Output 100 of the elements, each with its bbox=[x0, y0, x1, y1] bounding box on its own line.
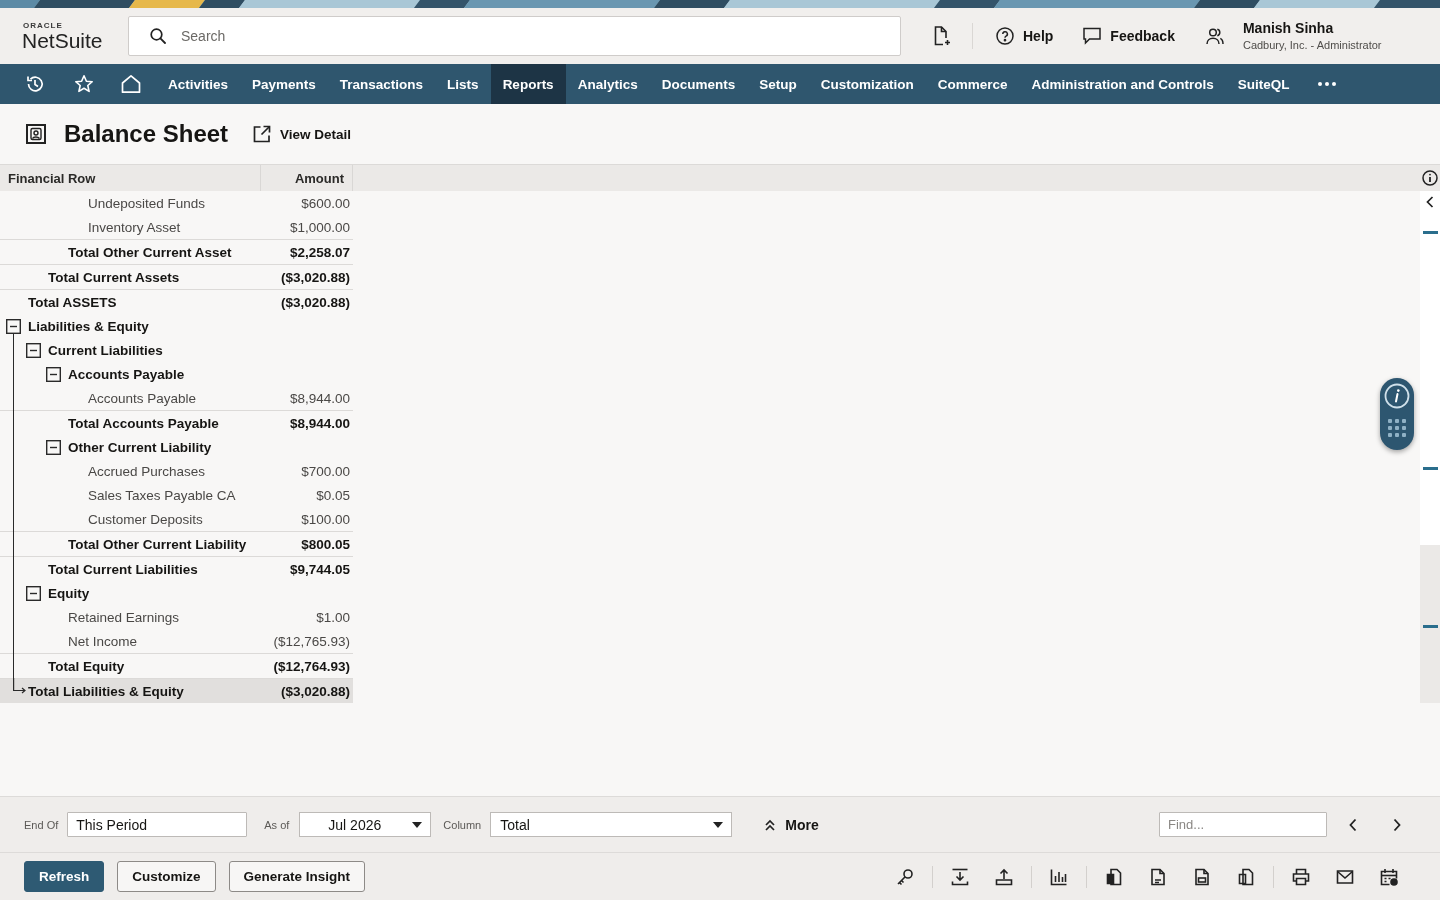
nav-tab[interactable]: Payments bbox=[240, 64, 328, 104]
total-label: Total Liabilities & Equity bbox=[28, 683, 184, 699]
chevron-left-icon[interactable] bbox=[1426, 196, 1434, 208]
minus-box-icon[interactable] bbox=[46, 439, 61, 455]
home-icon[interactable] bbox=[121, 74, 141, 94]
double-chevron-up-icon bbox=[764, 818, 777, 831]
field-label: As of bbox=[264, 818, 290, 831]
total-label: Total Accounts Payable bbox=[68, 415, 219, 431]
total-label: Total Other Current Asset bbox=[68, 244, 232, 260]
total-label: Total Current Liabilities bbox=[48, 561, 198, 577]
caret-down-icon bbox=[713, 821, 724, 828]
nav-tab[interactable]: Administration and Controls bbox=[1019, 64, 1226, 104]
account-name: Undeposited Funds bbox=[88, 195, 206, 211]
total-label: Total Other Current Liability bbox=[68, 536, 247, 552]
documents-icon[interactable] bbox=[1105, 867, 1123, 886]
nav-tab[interactable]: Customization bbox=[808, 64, 926, 104]
info-circle-icon[interactable] bbox=[1384, 383, 1410, 409]
section-title: Current Liabilities bbox=[48, 342, 163, 358]
user-role: Cadbury, Inc. - Administrator bbox=[1242, 39, 1382, 52]
chevron-left-icon[interactable] bbox=[1349, 817, 1357, 832]
nav-tab[interactable]: Activities bbox=[156, 64, 241, 104]
account-name: Inventory Asset bbox=[88, 219, 181, 235]
find-field[interactable]: Find... bbox=[1159, 812, 1327, 837]
search-icon bbox=[150, 28, 166, 44]
nav-tab[interactable]: Reports bbox=[490, 64, 566, 104]
total-label: Total Current Assets bbox=[48, 269, 180, 285]
as-of-select[interactable]: Jul 2026 bbox=[299, 812, 432, 837]
print-icon[interactable] bbox=[1292, 867, 1310, 886]
column-header[interactable]: Financial Row bbox=[0, 165, 260, 191]
report-icon bbox=[26, 124, 46, 144]
section-title: Liabilities & Equity bbox=[28, 318, 149, 334]
action-button[interactable]: Generate Insight bbox=[228, 861, 366, 892]
nav-tab[interactable]: Transactions bbox=[327, 64, 436, 104]
page-title: Balance Sheet bbox=[64, 119, 229, 149]
download-icon[interactable] bbox=[951, 867, 969, 886]
help-icon bbox=[996, 27, 1014, 45]
bar-chart-icon[interactable] bbox=[1050, 867, 1068, 886]
nav-tab[interactable]: SuiteQL bbox=[1225, 64, 1302, 104]
logo-text[interactable]: NetSuite bbox=[22, 29, 103, 52]
minus-box-icon[interactable] bbox=[26, 342, 41, 358]
document-icon[interactable] bbox=[1193, 867, 1211, 886]
total-amount: ($12,764.93) bbox=[273, 659, 350, 674]
more-icon[interactable] bbox=[1316, 81, 1337, 87]
caret-down-icon bbox=[412, 821, 423, 828]
account-amount: $600.00 bbox=[301, 196, 350, 211]
position-marker-icon bbox=[1422, 231, 1438, 234]
minus-box-icon[interactable] bbox=[6, 318, 21, 334]
action-button[interactable]: Refresh bbox=[24, 861, 105, 892]
total-amount: $2,258.07 bbox=[289, 245, 350, 260]
nav-tab[interactable]: Setup bbox=[747, 64, 809, 104]
nav-tab[interactable]: Commerce bbox=[925, 64, 1020, 104]
account-name: Accrued Purchases bbox=[88, 463, 206, 479]
nav-tab[interactable]: Documents bbox=[649, 64, 748, 104]
view-detail-link[interactable]: View Detail bbox=[253, 125, 352, 143]
document-plus-icon[interactable] bbox=[934, 26, 951, 46]
account-name: Sales Taxes Payable CA bbox=[88, 487, 236, 503]
account-name: Retained Earnings bbox=[68, 609, 180, 625]
history-icon[interactable] bbox=[25, 74, 45, 94]
logo-small-text: ORACLE bbox=[23, 20, 63, 30]
mail-icon[interactable] bbox=[1336, 867, 1354, 886]
upload-icon[interactable] bbox=[995, 867, 1013, 886]
action-button[interactable]: Customize bbox=[117, 861, 216, 892]
account-amount: $0.05 bbox=[316, 488, 350, 503]
account-amount: $1.00 bbox=[316, 610, 350, 625]
position-marker-icon bbox=[1422, 625, 1438, 628]
section-title: Equity bbox=[48, 585, 90, 601]
user-name[interactable]: Manish Sinha bbox=[1242, 20, 1334, 36]
grid-icon[interactable] bbox=[1388, 419, 1406, 437]
total-amount: $9,744.05 bbox=[289, 562, 350, 577]
documents-icon[interactable] bbox=[1237, 867, 1255, 886]
star-icon[interactable] bbox=[74, 74, 94, 94]
feedback-button[interactable]: Feedback bbox=[1083, 27, 1175, 45]
total-amount: ($3,020.88) bbox=[280, 295, 350, 310]
field-label: End Of bbox=[24, 818, 59, 831]
minus-box-icon[interactable] bbox=[26, 585, 41, 601]
users-icon[interactable] bbox=[1205, 27, 1224, 45]
scroll-thumb[interactable] bbox=[1420, 545, 1440, 703]
column-header[interactable]: Amount bbox=[294, 170, 344, 186]
search-field[interactable]: Search bbox=[128, 16, 901, 56]
help-button[interactable]: Help bbox=[996, 27, 1054, 45]
account-name: Customer Deposits bbox=[88, 511, 203, 527]
nav-tab[interactable]: Analytics bbox=[565, 64, 650, 104]
end-of-field[interactable]: This Period bbox=[67, 812, 248, 837]
info-icon[interactable] bbox=[1422, 170, 1438, 186]
section-title: Accounts Payable bbox=[68, 366, 185, 382]
account-name: Net Income bbox=[68, 633, 138, 649]
minus-box-icon[interactable] bbox=[46, 366, 61, 382]
account-amount: ($12,765.93) bbox=[273, 634, 350, 649]
calendar-icon[interactable] bbox=[1380, 867, 1398, 886]
nav-tab[interactable]: Lists bbox=[435, 64, 491, 104]
speech-bubble-icon bbox=[1083, 27, 1102, 45]
total-amount: $8,944.00 bbox=[289, 416, 350, 431]
column-select[interactable]: Total bbox=[490, 812, 733, 837]
document-icon[interactable] bbox=[1149, 867, 1167, 886]
account-amount: $700.00 bbox=[301, 464, 350, 479]
more-filters-button[interactable]: More bbox=[764, 816, 819, 833]
chevron-right-icon[interactable] bbox=[1393, 817, 1401, 832]
external-link-icon bbox=[253, 125, 272, 143]
key-icon[interactable] bbox=[896, 867, 914, 886]
total-amount: $800.05 bbox=[301, 537, 350, 552]
